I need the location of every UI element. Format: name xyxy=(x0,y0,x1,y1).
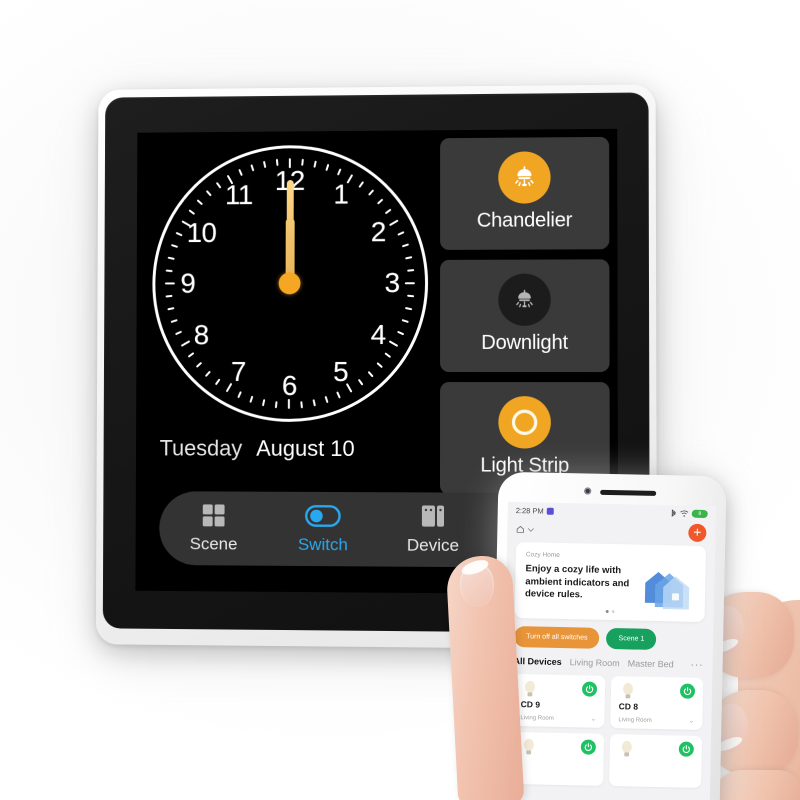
chevron-down-icon[interactable]: ⌄ xyxy=(590,714,596,722)
nav-item-switch[interactable]: Switch xyxy=(268,503,378,556)
tab-master-bed[interactable]: Master Bed xyxy=(628,658,674,669)
device-tile-label: Downlight xyxy=(481,331,569,354)
home-selector[interactable] xyxy=(516,525,535,533)
clock-tick-marks xyxy=(149,140,432,409)
clock-numeral-11: 11 xyxy=(224,179,253,210)
promo-banner-card[interactable]: Cozy Home Enjoy a cozy life with ambient… xyxy=(514,542,707,622)
phone-screen: 2:28 PM 8 + Cozy Home Enjoy a cozy life … xyxy=(501,501,716,800)
device-panels-icon xyxy=(421,503,445,529)
turn-off-all-switches-button[interactable]: Turn off all switches xyxy=(513,625,600,649)
device-tile-chandelier[interactable]: Chandelier xyxy=(440,136,610,250)
thumb xyxy=(445,554,525,800)
device-room: Living Room xyxy=(618,716,652,724)
power-icon[interactable] xyxy=(679,683,696,699)
clock-numeral-1: 1 xyxy=(333,178,349,210)
clock-numeral-5: 5 xyxy=(333,356,349,388)
nav-label: Switch xyxy=(297,534,348,555)
clock-numeral-9: 9 xyxy=(180,267,196,299)
banner-title: Enjoy a cozy life with ambient indicator… xyxy=(524,563,630,601)
scene-1-button[interactable]: Scene 1 xyxy=(606,627,657,650)
clock-center-cap xyxy=(278,272,301,295)
device-tile-downlight[interactable]: Downlight xyxy=(440,259,610,373)
add-device-button[interactable]: + xyxy=(688,523,707,543)
light-ring-icon xyxy=(498,396,551,449)
bulb-icon xyxy=(522,737,537,762)
chevron-down-icon[interactable]: ⌄ xyxy=(688,716,694,724)
clock-numeral-10: 10 xyxy=(186,216,217,248)
chandelier-lamp-icon xyxy=(498,151,551,204)
tab-all-devices[interactable]: All Devices xyxy=(514,656,562,667)
clock-widget: 121234567891011 xyxy=(148,140,432,426)
nav-label: Device xyxy=(406,535,460,555)
device-grid: CD 9 Living Room ⌄ CD 8 Living Room ⌄ xyxy=(502,666,712,788)
nav-item-device[interactable]: Device xyxy=(378,503,489,556)
status-right-icons: 8 xyxy=(671,508,708,519)
clock-numeral-3: 3 xyxy=(384,267,400,299)
front-camera-icon xyxy=(584,487,592,495)
clock-minute-hand xyxy=(286,180,294,284)
device-name: CD 9 xyxy=(520,698,541,710)
power-icon[interactable] xyxy=(678,741,694,757)
device-card[interactable]: CD 8 Living Room ⌄ xyxy=(610,675,704,730)
more-dots-icon[interactable]: ··· xyxy=(690,659,703,670)
device-card[interactable]: CD 9 Living Room ⌄ xyxy=(512,673,606,728)
clock-numeral-8: 8 xyxy=(193,318,209,350)
downlight-lamp-icon xyxy=(498,273,551,326)
device-tile-list: Chandelier Downlight Light Strip xyxy=(440,136,610,505)
screenshot-stage: 121234567891011 Tuesday August 10 xyxy=(0,0,800,800)
clock-numeral-4: 4 xyxy=(370,318,386,350)
status-time: 2:28 PM xyxy=(515,505,544,516)
nav-item-scene[interactable]: Scene xyxy=(159,502,268,555)
tab-living-room[interactable]: Living Room xyxy=(570,657,620,668)
dot-active[interactable] xyxy=(605,609,609,613)
clock-numerals: 121234567891011 xyxy=(149,140,432,401)
device-name: CD 8 xyxy=(618,700,639,712)
device-card[interactable] xyxy=(609,733,703,788)
thumbnail-nail xyxy=(458,561,496,608)
date-month-day: August 10 xyxy=(256,435,355,462)
device-card[interactable] xyxy=(511,731,605,786)
bulb-icon xyxy=(619,739,634,764)
device-room: Living Room xyxy=(520,714,554,722)
bluetooth-icon xyxy=(671,508,676,517)
earpiece-speaker xyxy=(600,489,657,496)
palm xyxy=(738,600,800,800)
app-badge-icon xyxy=(546,507,554,515)
house-illustration xyxy=(641,563,694,610)
home-icon xyxy=(516,525,524,533)
chevron-down-icon xyxy=(527,527,535,532)
smartphone: 2:28 PM 8 + Cozy Home Enjoy a cozy life … xyxy=(491,471,727,800)
finger xyxy=(712,770,800,800)
phone-topbar: + xyxy=(507,518,715,544)
power-icon[interactable] xyxy=(580,739,597,755)
wifi-icon xyxy=(680,510,689,517)
clock-numeral-6: 6 xyxy=(281,369,297,401)
grid-squares-icon xyxy=(201,502,227,528)
date-weekday: Tuesday xyxy=(159,435,243,461)
dot[interactable] xyxy=(611,609,615,613)
clock-numeral-2: 2 xyxy=(370,215,386,247)
battery-icon: 8 xyxy=(691,509,708,519)
device-tile-label: Chandelier xyxy=(476,209,573,232)
clock-numeral-7: 7 xyxy=(230,356,246,388)
nav-label: Scene xyxy=(189,534,238,554)
power-icon[interactable] xyxy=(581,681,598,697)
date-display: Tuesday August 10 xyxy=(160,436,355,463)
scene-shortcut-row: Turn off all switches Scene 1 xyxy=(505,617,714,650)
toggle-switch-icon xyxy=(305,503,341,529)
banner-kicker: Cozy Home xyxy=(525,551,560,559)
battery-level: 8 xyxy=(698,510,702,517)
